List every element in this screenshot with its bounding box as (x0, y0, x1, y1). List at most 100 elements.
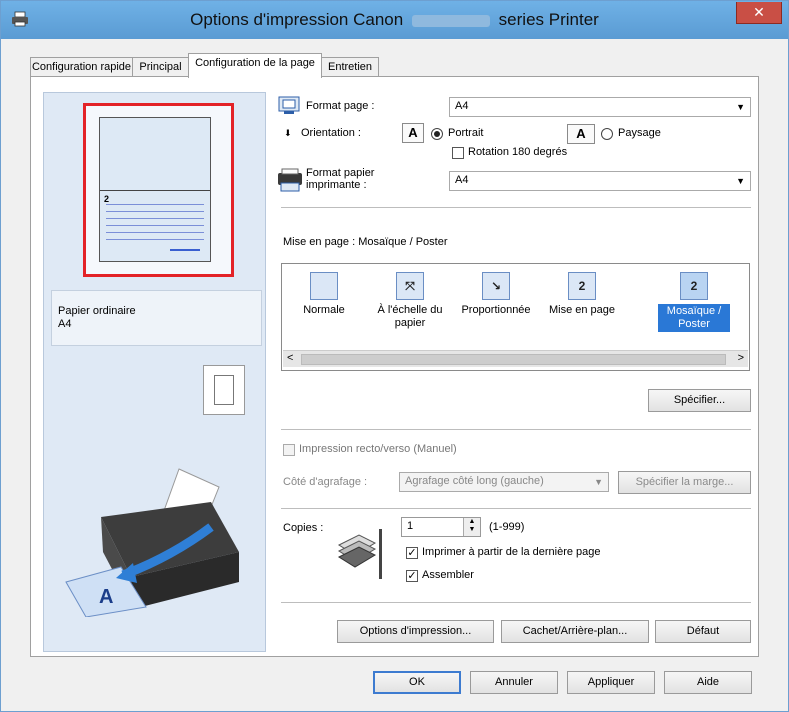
title-bar: Options d'impression Canon series Printe… (1, 1, 788, 39)
tab-maintenance[interactable]: Entretien (321, 57, 379, 77)
copies-stepper[interactable]: ▲ ▼ (463, 518, 480, 536)
copies-input[interactable]: 1 ▲ ▼ (401, 517, 481, 537)
stapling-side-value: Agrafage côté long (gauche) (405, 475, 544, 487)
printer-paper-value: A4 (455, 174, 469, 186)
help-button[interactable]: Aide (664, 671, 752, 694)
landscape-label[interactable]: Paysage (618, 127, 661, 139)
stamp-background-button[interactable]: Cachet/Arrière-plan... (501, 620, 649, 643)
text-line (106, 204, 204, 205)
scroll-left-icon[interactable]: < (287, 352, 293, 364)
print-options-button[interactable]: Options d'impression... (337, 620, 494, 643)
page-layout-icon: 2 (568, 272, 596, 300)
text-line (106, 218, 204, 219)
layout-fit-to-page[interactable]: ⤧ À l'échelle du papier (370, 272, 450, 330)
layout-normal-label: Normale (303, 304, 345, 316)
chevron-down-icon: ▼ (736, 176, 745, 186)
orientation-label: Orientation : (301, 127, 361, 139)
layout-tiling-poster[interactable]: 2 Mosaïque / Poster (658, 272, 730, 332)
rotate-180-checkbox[interactable] (452, 147, 464, 159)
printer-paper-label-line2: imprimante : (306, 179, 367, 191)
page-size-value: A4 (455, 100, 469, 112)
specify-margin-button[interactable]: Spécifier la marge... (618, 471, 751, 494)
defaults-button[interactable]: Défaut (655, 620, 751, 643)
copies-value: 1 (407, 520, 414, 532)
stapling-side-select[interactable]: Agrafage côté long (gauche) ▼ (399, 472, 609, 492)
title-prefix: Options d'impression Canon (190, 10, 404, 29)
separator (281, 602, 751, 603)
stapling-side-label: Côté d'agrafage : (283, 476, 368, 488)
page-size-label: Format page : (306, 100, 375, 112)
text-line (106, 225, 204, 226)
portrait-icon: A (402, 123, 424, 143)
spin-down-icon[interactable]: ▼ (464, 526, 480, 534)
last-page-first-checkbox[interactable]: ✓ (406, 547, 418, 559)
printer-paper-select[interactable]: A4 ▼ (449, 171, 751, 191)
layout-scaled-label: Proportionnée (461, 304, 531, 316)
svg-text:A: A (99, 586, 113, 608)
specify-button[interactable]: Spécifier... (648, 389, 751, 412)
print-options-dialog: Options d'impression Canon series Printe… (0, 0, 789, 712)
apply-button[interactable]: Appliquer (567, 671, 655, 694)
separator (281, 429, 751, 430)
page-number: 2 (104, 194, 110, 204)
page-size-icon (278, 96, 300, 114)
last-page-first-label[interactable]: Imprimer à partir de la dernière page (422, 546, 601, 558)
title-suffix: series Printer (498, 10, 599, 29)
rotate-180-label[interactable]: Rotation 180 degrés (468, 146, 567, 158)
separator (281, 207, 751, 208)
scroll-thumb[interactable] (301, 354, 726, 365)
layout-page-layout[interactable]: 2 Mise en page (542, 272, 622, 317)
signature-mark (170, 249, 200, 251)
printer-illustration-icon: A (65, 468, 239, 617)
tile-divider (100, 190, 210, 191)
duplex-label[interactable]: Impression recto/verso (Manuel) (299, 443, 457, 455)
collate-label[interactable]: Assembler (422, 569, 474, 581)
ok-button[interactable]: OK (373, 671, 461, 694)
layout-scaled[interactable]: ↘ Proportionnée (456, 272, 536, 317)
window-title: Options d'impression Canon series Printe… (1, 10, 788, 30)
portrait-label[interactable]: Portrait (448, 127, 483, 139)
chevron-down-icon: ▼ (736, 102, 745, 112)
printer-paper-icon (278, 168, 302, 192)
fit-to-page-icon: ⤧ (396, 272, 424, 300)
page-size-select[interactable]: A4 ▼ (449, 97, 751, 117)
cancel-button[interactable]: Annuler (470, 671, 558, 694)
layout-page-layout-label: Mise en page (548, 304, 616, 316)
media-size: A4 (58, 318, 72, 330)
chevron-down-icon: ▼ (594, 477, 603, 487)
landscape-radio[interactable] (601, 128, 613, 140)
page-preview: 2 (99, 117, 211, 262)
scroll-right-icon[interactable]: > (738, 352, 744, 364)
scaled-icon: ↘ (482, 272, 510, 300)
text-line (106, 211, 204, 212)
tab-main[interactable]: Principal (132, 57, 189, 77)
redacted-model-name (411, 14, 490, 27)
layout-tiling-poster-label: Mosaïque / Poster (658, 304, 730, 332)
tab-page-setup[interactable]: Configuration de la page (188, 53, 322, 78)
normal-icon (310, 272, 338, 300)
media-type: Papier ordinaire (58, 305, 136, 317)
tab-quick-setup[interactable]: Configuration rapide (30, 57, 133, 77)
close-button[interactable]: ✕ (736, 2, 782, 24)
page-layout-heading: Mise en page : Mosaïque / Poster (283, 236, 448, 248)
text-line (106, 232, 204, 233)
portrait-radio[interactable] (431, 128, 443, 140)
collate-checkbox[interactable]: ✓ (406, 570, 418, 582)
text-line (106, 239, 204, 240)
orientation-preview-icon (203, 365, 245, 415)
media-info: Papier ordinaire A4 (51, 290, 262, 346)
layout-scrollbar[interactable]: < > (283, 350, 748, 367)
tiling-poster-icon: 2 (680, 272, 708, 300)
copies-label: Copies : (283, 522, 324, 534)
landscape-icon: A (567, 124, 595, 144)
printer-paper-label: Format papier imprimante : (306, 167, 374, 191)
layout-fit-to-page-label: À l'échelle du papier (377, 304, 443, 329)
separator (281, 508, 751, 509)
printer-paper-label-line1: Format papier (306, 167, 375, 179)
copies-icon (337, 529, 382, 579)
spin-up-icon[interactable]: ▲ (464, 518, 480, 526)
layout-normal[interactable]: Normale (284, 272, 364, 317)
duplex-checkbox[interactable] (283, 444, 295, 456)
copies-range: (1-999) (489, 521, 525, 533)
arrow-down-icon: ⬇ (284, 128, 292, 138)
